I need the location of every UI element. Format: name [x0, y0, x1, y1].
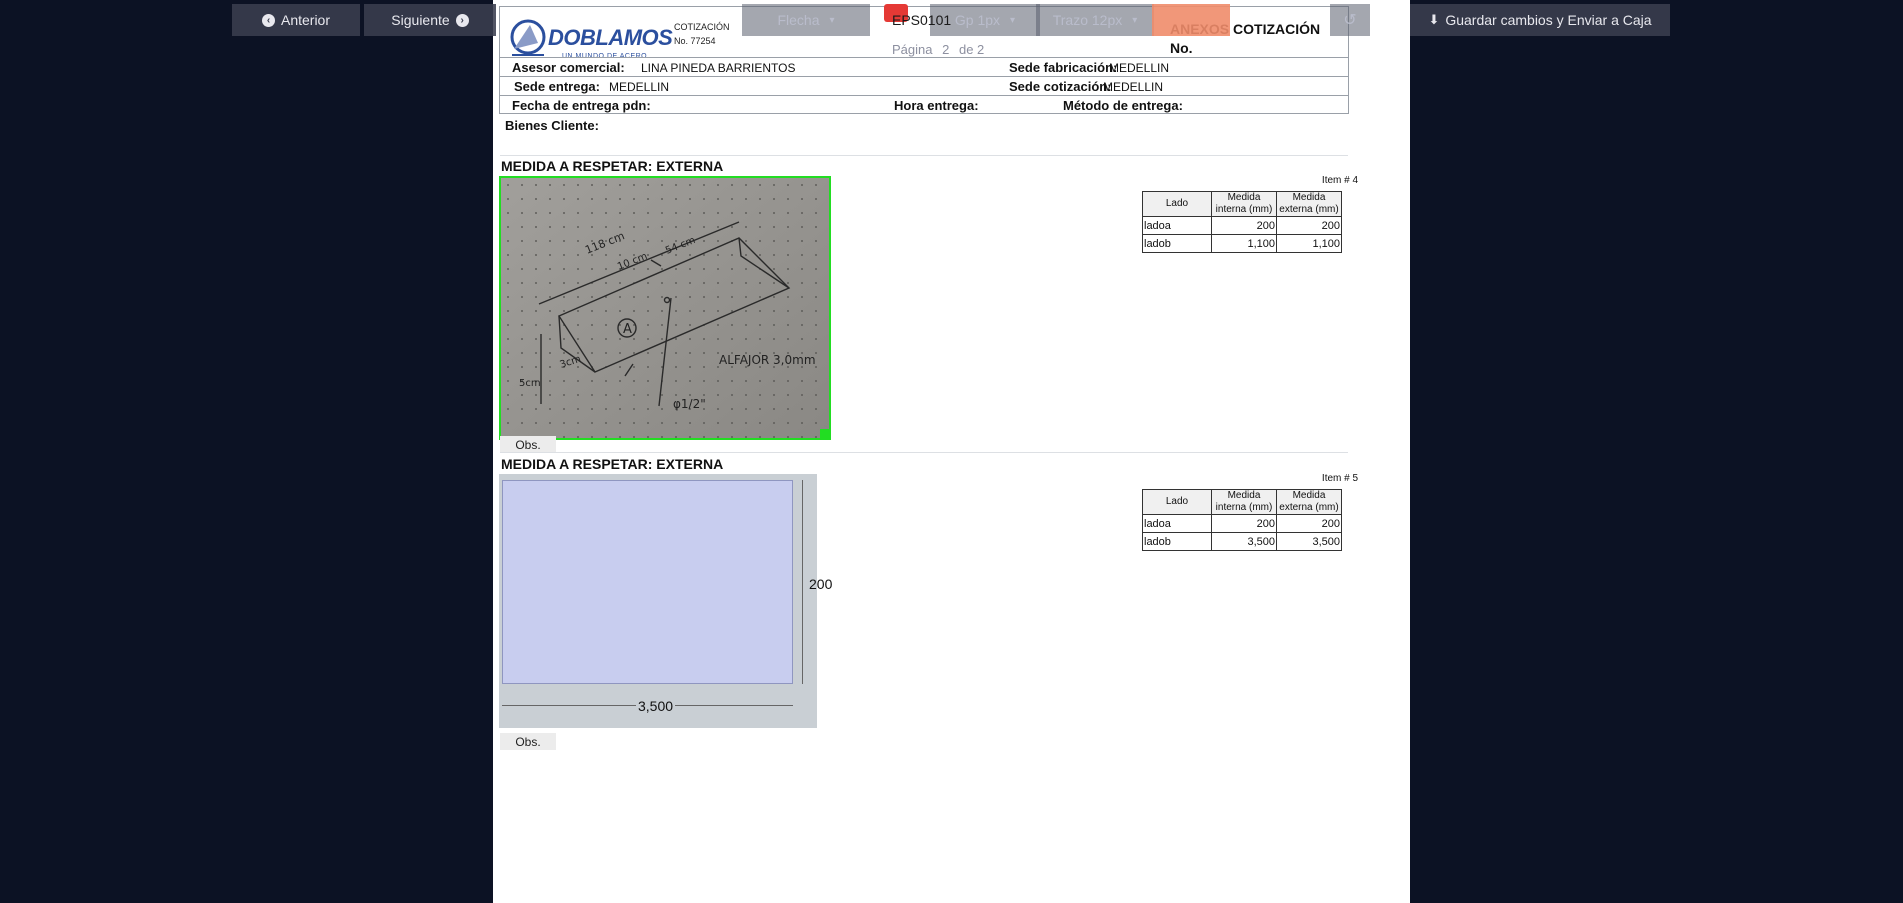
- page-prefix: Página: [892, 42, 933, 57]
- section-divider: [500, 452, 1348, 453]
- save-and-send-label: Guardar cambios y Enviar a Caja: [1445, 12, 1652, 28]
- table-header-row: Lado Medida interna (mm) Medida externa …: [1142, 191, 1342, 217]
- measure-table-item-5: Lado Medida interna (mm) Medida externa …: [1142, 489, 1342, 551]
- client-goods-label: Bienes Cliente:: [505, 118, 599, 133]
- table-cell-side: ladob: [1142, 234, 1212, 253]
- fabrication-site-value: MEDELLIN: [1109, 61, 1170, 75]
- next-button[interactable]: Siguiente ›: [364, 4, 496, 36]
- document-code: EPS0101: [892, 12, 952, 28]
- chevron-down-icon: ▾: [829, 14, 835, 26]
- table-cell-internal: 3,500: [1211, 532, 1277, 551]
- table-row: ladoa 200 200: [1142, 216, 1342, 235]
- delivery-site-label: Sede entrega:: [514, 79, 600, 94]
- sketch-photo-item-4[interactable]: 118 cm 10 cm 54 cm A 3cm 5cm ALFAJOR 3,0…: [499, 176, 831, 440]
- sketch-label-phi: φ1/2": [673, 397, 706, 411]
- item-caption-5: Item # 5: [1321, 473, 1359, 484]
- chevron-down-icon: ▾: [1010, 14, 1016, 26]
- table-header-internal: Medida interna (mm): [1211, 489, 1277, 515]
- measure-table-item-4: Lado Medida interna (mm) Medida externa …: [1142, 191, 1342, 253]
- delivery-time-label: Hora entrega:: [894, 98, 979, 113]
- advisor-value: LINA PINEDA BARRIENTOS: [641, 61, 796, 75]
- table-cell-external: 3,500: [1276, 532, 1342, 551]
- top-toolbar: ‹ Anterior Siguiente › Flecha ▾ Gp 1px ▾…: [0, 0, 1903, 57]
- page-total: de 2: [958, 42, 985, 57]
- obs-button-item-5[interactable]: Obs.: [500, 733, 556, 750]
- table-cell-internal: 200: [1211, 216, 1277, 235]
- sketch-label-5: 5cm: [519, 378, 541, 389]
- table-row: ladob 1,100 1,100: [1142, 234, 1342, 253]
- table-header-lado: Lado: [1142, 489, 1212, 515]
- stroke-width-select[interactable]: Trazo 12px ▾: [1036, 4, 1154, 36]
- tool-select-flecha-label: Flecha: [777, 12, 820, 28]
- table-header-row: Lado Medida interna (mm) Medida externa …: [1142, 489, 1342, 515]
- table-cell-external: 1,100: [1276, 234, 1342, 253]
- sketch-label-a: A: [623, 322, 632, 337]
- next-button-label: Siguiente: [391, 12, 450, 28]
- table-row: ladoa 200 200: [1142, 514, 1342, 533]
- item-caption-4: Item # 4: [1321, 175, 1359, 186]
- page-indicator: Página 2 de 2: [892, 42, 990, 57]
- previous-button-label: Anterior: [280, 12, 331, 28]
- resize-handle[interactable]: [820, 429, 829, 438]
- annex-number: No.: [1170, 40, 1193, 56]
- hand-sketch-drawing: 118 cm 10 cm 54 cm A 3cm 5cm ALFAJOR 3,0…: [501, 178, 829, 438]
- width-dimension-label: 3,500: [636, 698, 676, 714]
- undo-icon: ↺: [1343, 12, 1357, 29]
- chevron-down-icon: ▾: [1132, 14, 1138, 26]
- quote-site-value: MEDELLIN: [1103, 80, 1164, 94]
- arrow-right-circle-icon: ›: [455, 13, 469, 27]
- tool-select-flecha[interactable]: Flecha ▾: [742, 4, 870, 36]
- table-header-external: Medida externa (mm): [1276, 191, 1342, 217]
- stroke-grip-label: Gp 1px: [954, 12, 1001, 28]
- header-row-sites: Sede entrega: MEDELLIN Sede cotización: …: [500, 76, 1348, 96]
- arrow-left-circle-icon: ‹: [261, 13, 275, 27]
- color-picker-button[interactable]: [1152, 4, 1230, 36]
- section-title-item-4: MEDIDA A RESPETAR: EXTERNA: [501, 158, 724, 174]
- undo-button[interactable]: ↺: [1330, 4, 1370, 36]
- section-divider: [500, 155, 1348, 156]
- table-cell-external: 200: [1276, 216, 1342, 235]
- header-row-delivery: Fecha de entrega pdn: Hora entrega: Méto…: [500, 95, 1348, 115]
- dimension-drawing-item-5[interactable]: 3,500 200: [499, 474, 832, 728]
- table-cell-side: ladoa: [1142, 514, 1212, 533]
- table-cell-internal: 1,100: [1211, 234, 1277, 253]
- table-row: ladob 3,500 3,500: [1142, 532, 1342, 551]
- page-current[interactable]: 2: [942, 42, 949, 57]
- quote-site-label: Sede cotización:: [1009, 79, 1112, 94]
- table-cell-external: 200: [1276, 514, 1342, 533]
- table-header-lado: Lado: [1142, 191, 1212, 217]
- previous-button[interactable]: ‹ Anterior: [232, 4, 360, 36]
- advisor-label: Asesor comercial:: [512, 60, 625, 75]
- table-header-internal: Medida interna (mm): [1211, 191, 1277, 217]
- document-page: DOBLAMOS UN MUNDO DE ACERO COTIZACIÓN No…: [493, 0, 1410, 903]
- save-and-send-button[interactable]: ⬇ Guardar cambios y Enviar a Caja: [1410, 4, 1670, 36]
- delivery-site-value: MEDELLIN: [609, 80, 670, 94]
- height-dimension-label: 200: [809, 576, 833, 592]
- download-icon: ⬇: [1428, 12, 1440, 27]
- fabrication-site-label: Sede fabricación:: [1009, 60, 1118, 75]
- header-row-advisor: Asesor comercial: LINA PINEDA BARRIENTOS…: [500, 57, 1348, 77]
- stroke-width-label: Trazo 12px: [1052, 12, 1123, 28]
- sketch-label-material: ALFAJOR 3,0mm: [719, 353, 816, 367]
- section-title-item-5: MEDIDA A RESPETAR: EXTERNA: [501, 456, 724, 472]
- part-rectangle: [502, 480, 793, 684]
- table-header-external: Medida externa (mm): [1276, 489, 1342, 515]
- table-cell-side: ladob: [1142, 532, 1212, 551]
- delivery-method-label: Método de entrega:: [1063, 98, 1183, 113]
- obs-button-item-4[interactable]: Obs.: [500, 436, 556, 453]
- table-cell-side: ladoa: [1142, 216, 1212, 235]
- table-cell-internal: 200: [1211, 514, 1277, 533]
- height-dimension-line: [802, 480, 803, 684]
- delivery-date-label: Fecha de entrega pdn:: [512, 98, 651, 113]
